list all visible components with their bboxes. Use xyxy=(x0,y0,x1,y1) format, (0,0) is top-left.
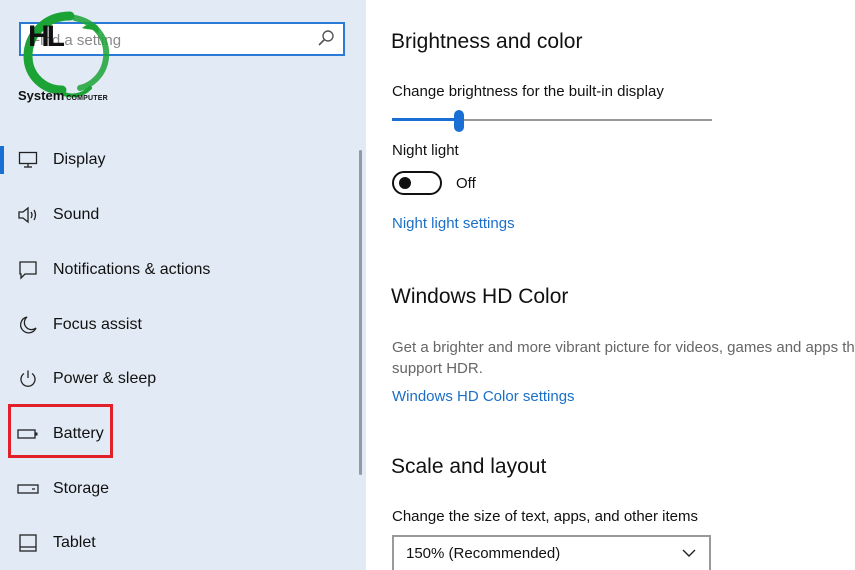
slider-fill xyxy=(392,118,459,121)
night-light-settings-link[interactable]: Night light settings xyxy=(392,215,515,232)
hd-color-desc-line2: support HDR. xyxy=(392,360,483,377)
logo-tag: COMPUTER xyxy=(66,95,108,102)
sidebar-item-label: Tablet xyxy=(53,534,96,551)
logo-name: System xyxy=(18,88,65,103)
night-light-state: Off xyxy=(456,175,476,192)
sidebar-item-notifications[interactable]: Notifications & actions xyxy=(0,248,360,292)
logo-letters: HL xyxy=(28,20,65,53)
sidebar-item-label: Sound xyxy=(53,206,100,223)
scale-title: Scale and layout xyxy=(391,455,547,478)
hd-color-desc-line1: Get a brighter and more vibrant picture … xyxy=(392,339,855,356)
notification-icon xyxy=(17,259,39,281)
sidebar-item-label: Display xyxy=(53,151,106,168)
night-light-label: Night light xyxy=(392,142,459,159)
scale-label: Change the size of text, apps, and other… xyxy=(392,508,699,525)
tablet-icon xyxy=(17,532,39,554)
chevron-down-icon xyxy=(682,549,696,557)
sidebar-item-label: Focus assist xyxy=(53,316,142,333)
speaker-icon xyxy=(17,204,39,226)
search-icon[interactable] xyxy=(317,29,335,49)
logo-wordmark: System COMPUTER xyxy=(18,87,108,105)
brightness-title: Brightness and color xyxy=(391,30,583,53)
brightness-label: Change brightness for the built-in displ… xyxy=(392,83,664,100)
sidebar: HL SystemCOMPUTER Display Sound Notifica… xyxy=(0,0,366,570)
hd-color-settings-link[interactable]: Windows HD Color settings xyxy=(392,388,575,405)
moon-icon xyxy=(17,314,39,336)
sidebar-item-label: Battery xyxy=(53,425,104,442)
hd-color-title: Windows HD Color xyxy=(391,285,569,308)
scale-dropdown-value: 150% (Recommended) xyxy=(406,545,561,562)
sidebar-item-focus-assist[interactable]: Focus assist xyxy=(0,303,360,347)
sidebar-item-sound[interactable]: Sound xyxy=(0,193,360,237)
sidebar-item-tablet[interactable]: Tablet xyxy=(0,521,360,565)
sidebar-item-storage[interactable]: Storage xyxy=(0,467,360,511)
night-light-toggle[interactable] xyxy=(392,171,442,195)
sidebar-item-power-sleep[interactable]: Power & sleep xyxy=(0,357,360,401)
monitor-icon xyxy=(17,149,39,171)
slider-thumb[interactable] xyxy=(454,110,464,132)
toggle-knob xyxy=(399,177,411,189)
selection-indicator xyxy=(0,146,4,174)
sidebar-item-display[interactable]: Display xyxy=(0,138,360,182)
brightness-slider[interactable] xyxy=(392,110,712,132)
sidebar-item-label: Power & sleep xyxy=(53,370,157,387)
storage-icon xyxy=(17,478,39,500)
sidebar-item-label: Storage xyxy=(53,480,110,497)
battery-icon xyxy=(17,423,39,445)
scale-dropdown[interactable]: 150% (Recommended) xyxy=(392,535,711,570)
power-icon xyxy=(17,368,39,390)
sidebar-item-battery[interactable]: Battery xyxy=(0,412,360,456)
sidebar-item-label: Notifications & actions xyxy=(53,261,211,278)
sidebar-scrollbar[interactable] xyxy=(359,150,362,475)
main-content: Brightness and color Change brightness f… xyxy=(366,0,855,570)
